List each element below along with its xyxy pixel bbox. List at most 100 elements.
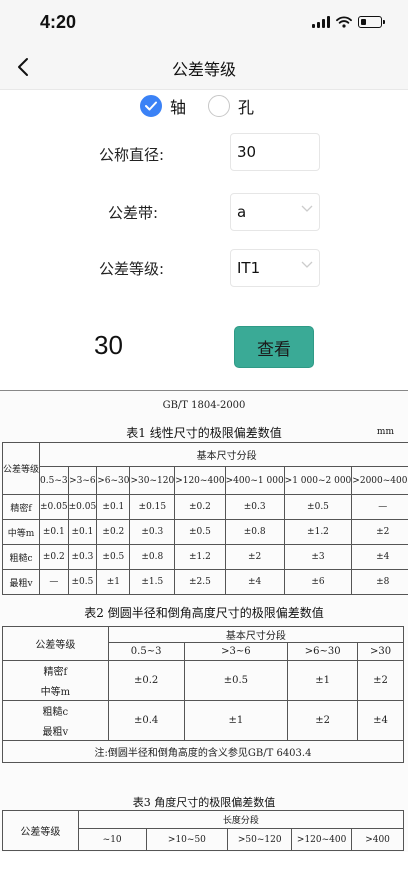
table2-grade: 精密f [2,660,109,681]
diameter-label: 公称直径: [98,146,164,164]
table1-cell: ±1.2 [283,519,353,545]
table1-cell: ±0.1 [67,519,98,545]
table2-group-header: 基本尺寸分段 [107,626,405,643]
table2-cell: ±2 [287,700,359,741]
radio-checked-icon[interactable] [140,95,162,117]
table1-cell: ±2.5 [174,569,226,595]
table3: 公差等级 长度分段 ~10 >10~50 >50~120 >120~400 >4… [2,810,405,851]
tolerance-grade-label: 公差等级: [98,260,164,278]
table1-grade: 粗糙c [1,544,41,570]
table2-cell: ±0.4 [107,700,185,741]
table2-note: 注:倒圆半径和倒角高度的含义参见GB/T 6403.4 [2,740,404,763]
chevron-down-icon [301,205,313,212]
table1-unit: mm [376,427,394,437]
radio-hole[interactable]: 孔 [208,94,254,118]
bottom-area [0,852,408,883]
shaft-hole-radio-group: 轴 孔 [140,94,254,118]
table-row: 精密f ±0.2 ±0.5 ±1 ±2 [2,660,404,701]
table1-cell: — [351,494,408,520]
tolerance-zone-select[interactable]: a [230,193,320,231]
table1-range: >1 000~2 000 [283,466,353,495]
table-row: 粗糙c ±0.4 ±1 ±2 ±4 [2,700,404,741]
tolerance-grade-select[interactable]: IT1 [230,249,320,287]
table-row: 精密f ±0.05 ±0.05 ±0.1 ±0.15 ±0.2 ±0.3 ±0.… [1,494,408,520]
table1-cell: ±0.05 [67,494,98,520]
radio-shaft[interactable]: 轴 [140,94,186,118]
table-row: 注:倒圆半径和倒角高度的含义参见GB/T 6403.4 [2,740,404,763]
status-bar: 4:20 [0,0,408,44]
battery-icon [358,16,385,28]
table1-cell: ±1.5 [129,569,176,595]
table3-range: >400 [351,828,404,851]
table1: 公差等级 基本尺寸分段 0.5~3 >3~6 >6~30 >30~120 >12… [1,442,408,595]
table3-range: >120~400 [291,828,353,851]
table3-group-header: 长度分段 [77,810,405,829]
table1-cell: ±3 [283,544,353,570]
table1-cell: ±0.5 [96,544,131,570]
table2-cell: ±1 [287,660,359,701]
tolerance-zone-label: 公差带: [107,204,158,222]
table1-cell: ±0.3 [224,494,285,520]
chevron-down-icon [301,261,313,268]
status-icons [312,14,385,30]
table1-range: >400~1 000 [224,466,285,495]
radio-shaft-label: 轴 [170,98,187,117]
table2-range: 0.5~3 [107,642,185,661]
status-time: 4:20 [40,12,77,32]
table3-grade-header: 公差等级 [2,810,79,851]
table-row: 中等m ±0.1 ±0.1 ±0.2 ±0.3 ±0.5 ±0.8 ±1.2 ±… [1,519,408,545]
tolerance-form: 轴 孔 公称直径: 30 公差带: a 公差等级: IT1 30 查看 [0,90,408,390]
table2-cell: ±1 [183,700,289,741]
table1-cell: ±0.5 [67,569,98,595]
table1-cell: ±2 [224,544,285,570]
table1-range: >120~400 [174,466,226,495]
table-row: 粗糙c ±0.2 ±0.3 ±0.5 ±0.8 ±1.2 ±2 ±3 ±4 [1,544,408,570]
table2-range: >3~6 [183,642,289,661]
table2-grade: 粗糙c [2,700,109,721]
table3-range: >10~50 [145,828,229,851]
table1-cell: ±0.8 [129,544,176,570]
result-value: 30 [94,330,123,360]
table1-cell: ±0.5 [174,519,226,545]
table1-range: >2000~4000 [351,466,408,495]
radio-hole-label: 孔 [238,98,255,117]
table1-cell: ±0.05 [39,494,69,520]
table2-cell: ±0.5 [183,660,289,701]
table1-cell: ±0.5 [283,494,353,520]
table1-cell: ±1 [96,569,131,595]
table2-cell: ±4 [357,700,404,741]
table-row: 最粗v — ±0.5 ±1 ±1.5 ±2.5 ±4 ±6 ±8 [1,569,408,595]
table2-range: >6~30 [287,642,359,661]
view-button[interactable]: 查看 [234,326,314,368]
wifi-icon [336,16,352,28]
table1-cell: ±2 [351,519,408,545]
table1-cell: ±0.8 [224,519,285,545]
table2-cell: ±2 [357,660,404,701]
table2-range: >30 [357,642,404,661]
table1-grade-header: 公差等级 [1,442,41,495]
radio-unchecked-icon[interactable] [208,95,231,117]
table1-cell: — [39,569,69,595]
table1-range: 0.5~3 [39,466,69,495]
table1-cell: ±0.2 [96,519,131,545]
table1-range: >30~120 [129,466,176,495]
table1-cell: ±8 [351,569,408,595]
table1-grade: 精密f [1,494,41,520]
table2-grade: 中等m [2,680,109,701]
table1-cell: ±4 [224,569,285,595]
diameter-value: 30 [237,143,257,161]
table1-cell: ±0.1 [39,519,69,545]
table1-cell: ±0.15 [129,494,176,520]
table2: 公差等级 基本尺寸分段 0.5~3 >3~6 >6~30 >30 精密f ±0.… [2,626,405,763]
table1-range: >6~30 [96,466,131,495]
table2-grade-header: 公差等级 [2,626,109,661]
table1-cell: ±6 [283,569,353,595]
table1-cell: ±0.3 [67,544,98,570]
standard-document: GB/T 1804-2000 表1 线性尺寸的极限偏差数值 mm 公差等级 基本… [0,390,408,852]
diameter-input[interactable]: 30 [230,133,320,171]
table1-cell: ±0.2 [39,544,69,570]
tolerance-grade-value: IT1 [237,259,261,277]
table1-grade: 最粗v [1,569,41,595]
table2-grade: 最粗v [2,720,109,741]
table1-cell: ±0.2 [174,494,226,520]
